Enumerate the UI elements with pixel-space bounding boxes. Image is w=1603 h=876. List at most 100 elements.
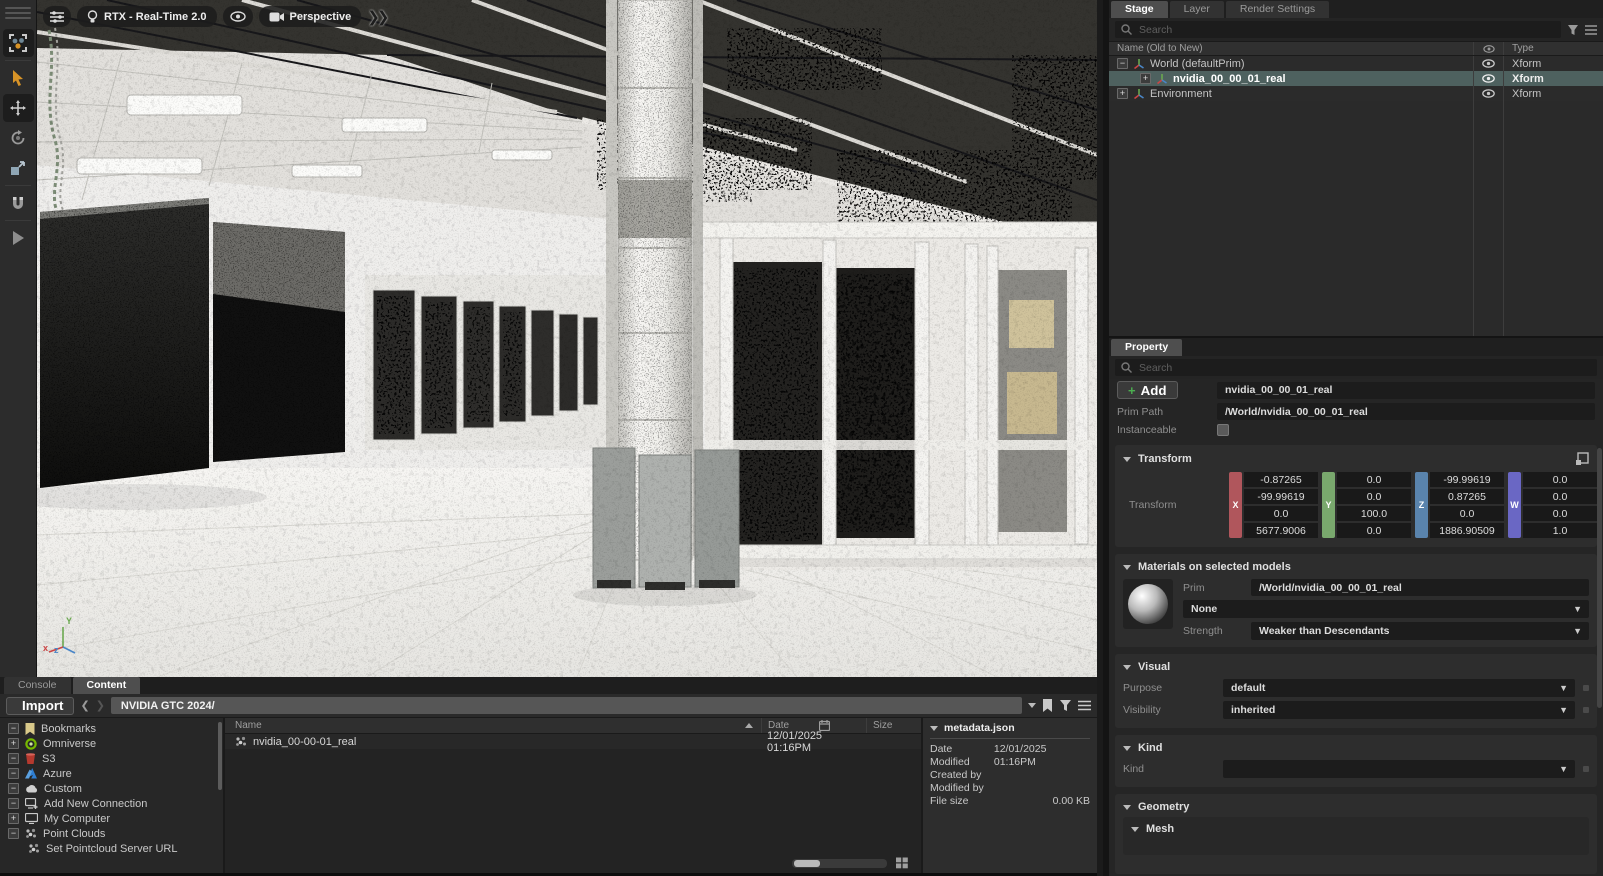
rotate-tool-button[interactable] bbox=[3, 124, 34, 152]
stage-row-nvidia[interactable]: + nvidia_00_00_01_real Xform bbox=[1109, 71, 1603, 86]
visibility-menu-button[interactable] bbox=[223, 6, 253, 27]
options-menu-icon[interactable] bbox=[1585, 25, 1597, 35]
tree-scrollbar[interactable] bbox=[218, 722, 222, 790]
renderer-selector[interactable]: RTX - Real-Time 2.0 bbox=[77, 6, 217, 27]
reset-indicator[interactable] bbox=[1583, 707, 1589, 713]
file-row[interactable]: nvidia_00-00-01_real 12/01/2025 01:16PM bbox=[225, 734, 921, 749]
stage-search-input[interactable] bbox=[1137, 23, 1555, 37]
purpose-dropdown[interactable]: default ▼ bbox=[1223, 679, 1575, 697]
tab-property[interactable]: Property bbox=[1111, 339, 1182, 356]
visibility-eye-icon[interactable] bbox=[1482, 89, 1495, 98]
expand-toggle[interactable]: + bbox=[1140, 73, 1151, 84]
thumbnail-size-slider[interactable] bbox=[792, 859, 887, 868]
import-button[interactable]: Import bbox=[6, 697, 74, 715]
visibility-eye-icon[interactable] bbox=[1482, 74, 1495, 83]
add-property-button[interactable]: + Add bbox=[1117, 381, 1178, 399]
file-column-name[interactable]: Name bbox=[235, 720, 262, 731]
caret-down-icon[interactable] bbox=[1123, 665, 1131, 670]
tree-item-point-clouds[interactable]: − Point Clouds bbox=[0, 826, 223, 841]
back-button[interactable]: ❮ bbox=[80, 699, 89, 712]
tree-item-s3[interactable]: − S3 bbox=[0, 751, 223, 766]
property-search-box[interactable] bbox=[1115, 359, 1597, 376]
matrix-value[interactable]: 0.0 bbox=[1523, 472, 1597, 487]
snap-tool-button[interactable] bbox=[3, 189, 34, 217]
prim-path-field[interactable]: /World/nvidia_00_00_01_real bbox=[1217, 403, 1595, 420]
tree-item-custom[interactable]: − Custom bbox=[0, 781, 223, 796]
expand-toggle[interactable]: − bbox=[8, 798, 19, 809]
matrix-value[interactable]: 0.0 bbox=[1430, 506, 1504, 521]
stage-search-box[interactable] bbox=[1115, 21, 1561, 38]
tab-render-settings[interactable]: Render Settings bbox=[1226, 1, 1329, 18]
tree-item-bookmarks[interactable]: − Bookmarks bbox=[0, 721, 223, 736]
expand-toggle[interactable]: + bbox=[1117, 88, 1128, 99]
viewport-settings-button[interactable] bbox=[43, 6, 71, 27]
expand-toggle[interactable]: + bbox=[8, 738, 19, 749]
bookmark-icon[interactable] bbox=[1042, 699, 1053, 712]
material-preview-sphere[interactable] bbox=[1123, 579, 1173, 629]
matrix-value[interactable]: 0.0 bbox=[1244, 506, 1318, 521]
caret-down-icon[interactable] bbox=[1123, 805, 1131, 810]
caret-down-icon[interactable] bbox=[1123, 457, 1131, 462]
matrix-value[interactable]: 0.87265 bbox=[1430, 489, 1504, 504]
scale-tool-button[interactable] bbox=[3, 154, 34, 182]
kind-dropdown[interactable]: ▼ bbox=[1223, 760, 1575, 778]
tree-item-set-pointcloud-server-url[interactable]: Set Pointcloud Server URL bbox=[0, 841, 223, 856]
expand-toggle[interactable]: − bbox=[8, 723, 19, 734]
stage-row-world[interactable]: − World (defaultPrim) Xform bbox=[1109, 56, 1603, 71]
path-dropdown-icon[interactable] bbox=[1028, 703, 1036, 708]
caret-down-icon[interactable] bbox=[1131, 827, 1139, 832]
play-button[interactable] bbox=[3, 224, 34, 252]
tree-item-add-new-connection[interactable]: − Add New Connection bbox=[0, 796, 223, 811]
expand-toggle[interactable]: − bbox=[8, 828, 19, 839]
file-column-size[interactable]: Size bbox=[866, 718, 921, 733]
filter-icon[interactable] bbox=[1567, 24, 1579, 36]
tab-console[interactable]: Console bbox=[4, 677, 71, 694]
toolbar-expand-icon[interactable]: ❯❯ bbox=[367, 8, 386, 26]
matrix-value[interactable]: 0.0 bbox=[1523, 506, 1597, 521]
matrix-value[interactable]: 0.0 bbox=[1523, 489, 1597, 504]
stage-row-environment[interactable]: + Environment Xform bbox=[1109, 86, 1603, 101]
view-options-icon[interactable] bbox=[1078, 700, 1091, 711]
select-tool-button[interactable] bbox=[3, 64, 34, 92]
column-name[interactable]: Name (Old to New) bbox=[1109, 43, 1473, 54]
matrix-value[interactable]: -0.87265 bbox=[1244, 472, 1318, 487]
grid-view-icon[interactable] bbox=[895, 857, 909, 869]
strength-dropdown[interactable]: Weaker than Descendants ▼ bbox=[1251, 622, 1589, 640]
matrix-value[interactable]: -99.99619 bbox=[1430, 472, 1504, 487]
tree-item-omniverse[interactable]: + Omniverse bbox=[0, 736, 223, 751]
property-scrollbar[interactable] bbox=[1597, 448, 1602, 708]
tab-layer[interactable]: Layer bbox=[1170, 1, 1224, 18]
matrix-value[interactable]: 0.0 bbox=[1337, 472, 1411, 487]
visibility-eye-icon[interactable] bbox=[1482, 59, 1495, 68]
reset-indicator[interactable] bbox=[1583, 766, 1589, 772]
property-search-input[interactable] bbox=[1137, 361, 1591, 375]
matrix-value[interactable]: 100.0 bbox=[1337, 506, 1411, 521]
matrix-value[interactable]: 1.0 bbox=[1523, 523, 1597, 538]
caret-down-icon[interactable] bbox=[1123, 746, 1131, 751]
matrix-value[interactable]: 0.0 bbox=[1337, 523, 1411, 538]
path-breadcrumb[interactable]: NVIDIA GTC 2024/ bbox=[111, 697, 1022, 714]
matrix-value[interactable]: -99.99619 bbox=[1244, 489, 1318, 504]
matrix-value[interactable]: 1886.90509 bbox=[1430, 523, 1504, 538]
material-dropdown[interactable]: None ▼ bbox=[1183, 600, 1589, 618]
column-type[interactable]: Type bbox=[1503, 42, 1603, 55]
expand-toggle[interactable]: − bbox=[8, 753, 19, 764]
expand-toggle[interactable]: − bbox=[1117, 58, 1128, 69]
tab-stage[interactable]: Stage bbox=[1111, 1, 1168, 18]
matrix-value[interactable]: 5677.9006 bbox=[1244, 523, 1318, 538]
capture-tool-button[interactable] bbox=[3, 29, 34, 57]
tab-content[interactable]: Content bbox=[73, 677, 141, 694]
prim-name-field[interactable]: nvidia_00_00_01_real bbox=[1217, 382, 1595, 399]
visibility-dropdown[interactable]: inherited ▼ bbox=[1223, 701, 1575, 719]
filter-icon[interactable] bbox=[1059, 699, 1072, 712]
tree-item-azure[interactable]: − Azure bbox=[0, 766, 223, 781]
matrix-value[interactable]: 0.0 bbox=[1337, 489, 1411, 504]
camera-selector[interactable]: Perspective bbox=[259, 6, 362, 27]
forward-button[interactable]: ❯ bbox=[96, 699, 105, 712]
column-visibility[interactable] bbox=[1473, 42, 1503, 55]
caret-down-icon[interactable] bbox=[930, 726, 938, 731]
viewport[interactable]: RTX - Real-Time 2.0 Perspective ❯❯ bbox=[37, 0, 1097, 677]
caret-down-icon[interactable] bbox=[1123, 565, 1131, 570]
reset-indicator[interactable] bbox=[1583, 685, 1589, 691]
expand-toggle[interactable]: − bbox=[8, 768, 19, 779]
